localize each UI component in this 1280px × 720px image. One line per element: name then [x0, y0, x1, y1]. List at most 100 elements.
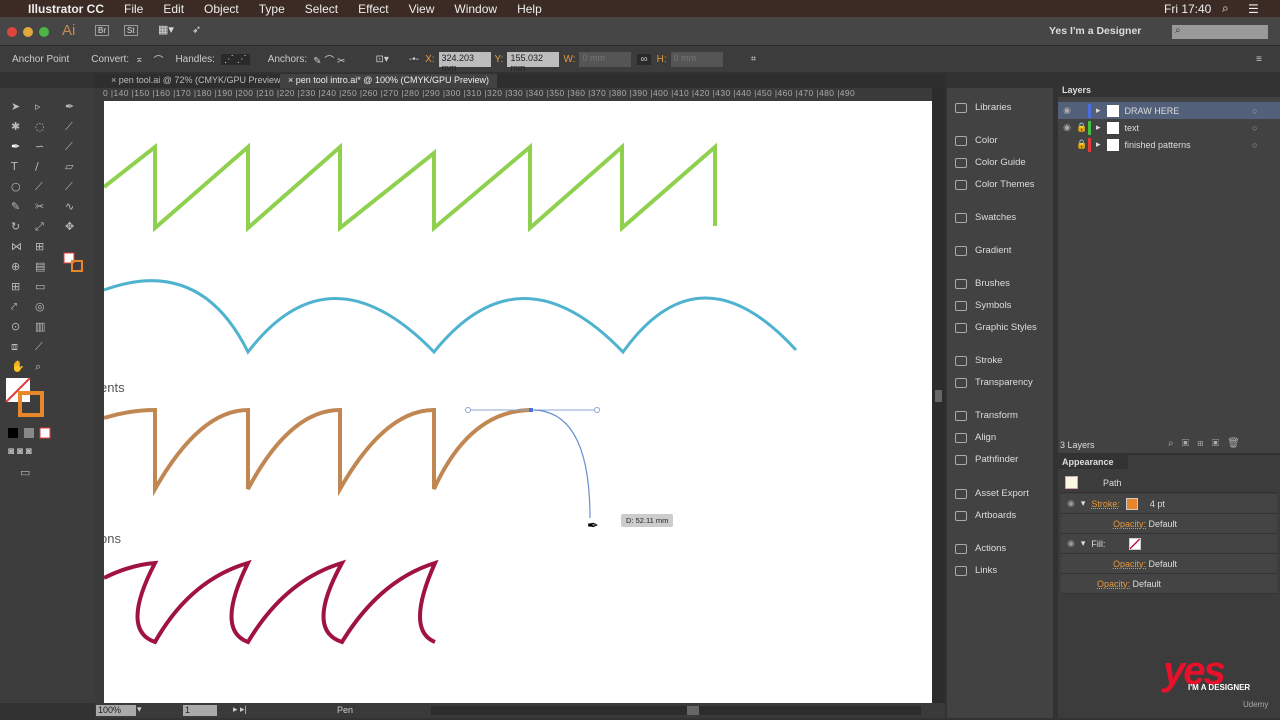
menu-file[interactable]: File: [124, 2, 143, 16]
stroke-weight[interactable]: 4 pt: [1150, 499, 1165, 509]
target-icon[interactable]: ○: [1252, 140, 1257, 150]
dock-stroke[interactable]: Stroke: [955, 355, 1002, 366]
menu-type[interactable]: Type: [259, 2, 285, 16]
artboard-field[interactable]: 1: [183, 705, 217, 716]
menu-select[interactable]: Select: [305, 2, 338, 16]
search-icon[interactable]: ⌕: [1222, 1, 1229, 16]
opacity-label[interactable]: Opacity:: [1097, 579, 1130, 589]
tab-pen-tool[interactable]: × pen tool.ai @ 72% (CMYK/GPU Preview): [103, 74, 291, 88]
stroke-color-swatch[interactable]: [1125, 497, 1138, 510]
stroke-opacity-row[interactable]: Opacity: Default: [1061, 514, 1277, 534]
appearance-fill-row[interactable]: ◉ ▾ Fill:: [1061, 534, 1277, 554]
constrain-link-icon[interactable]: ∞: [637, 53, 651, 65]
artboard-nav-icons[interactable]: ▸ ▸|: [233, 704, 247, 715]
menu-view[interactable]: View: [409, 2, 435, 16]
h-field[interactable]: 0 mm: [670, 51, 723, 67]
arrange-documents-icon[interactable]: ▦▾: [158, 23, 174, 36]
help-search-input[interactable]: ⌕: [1172, 25, 1268, 39]
stock-button[interactable]: St: [124, 25, 138, 36]
notification-list-icon[interactable]: ☰: [1248, 2, 1259, 16]
lock-icon[interactable]: 🔒: [1076, 122, 1088, 133]
gpu-performance-icon[interactable]: ➶: [192, 23, 201, 36]
app-name[interactable]: Illustrator CC: [28, 2, 104, 16]
layer-row[interactable]: 🔒 ▸ finished patterns ○: [1058, 136, 1280, 153]
fill-label[interactable]: Fill:: [1091, 539, 1105, 549]
zoom-field[interactable]: 100%: [96, 705, 136, 716]
close-button[interactable]: [7, 27, 17, 37]
dock-symbols[interactable]: Symbols: [955, 300, 1011, 311]
layer-name[interactable]: finished patterns: [1125, 140, 1191, 150]
artboard-canvas[interactable]: ✒ ents ons D: 52.11 mm: [104, 101, 932, 703]
zoom-dropdown-icon[interactable]: ▾: [137, 704, 142, 715]
lock-icon[interactable]: 🔒: [1076, 139, 1088, 150]
dock-links[interactable]: Links: [955, 565, 997, 576]
visibility-eye-icon[interactable]: ◉: [1058, 122, 1076, 133]
menu-edit[interactable]: Edit: [163, 2, 184, 16]
w-field[interactable]: 0 mm: [579, 51, 632, 67]
menu-effect[interactable]: Effect: [358, 2, 388, 16]
tool-icons[interactable]: ➤ ▹ ✱ ◌ ✒ ∽ T / ○ ⟋ ✎ ✂ ↻ ⤢ ⋈ ⊞ ⊕ ▤ ⊞ ▭ ⤤ ◎ ⊙ ▥ ⧈ ⟋ ✋…: [0, 88, 95, 488]
target-icon[interactable]: ○: [1252, 106, 1257, 116]
vertical-scrollbar[interactable]: [932, 88, 945, 703]
appearance-tab[interactable]: Appearance: [1058, 455, 1128, 469]
maximize-button[interactable]: [39, 27, 49, 37]
convert-corner-icon[interactable]: ⌅: [135, 54, 143, 65]
bridge-button[interactable]: Br: [95, 25, 109, 36]
path-label: Path: [1103, 477, 1122, 488]
x-field[interactable]: 324.203 mm: [438, 51, 491, 73]
dock-color-themes[interactable]: Color Themes: [955, 179, 1035, 190]
fill-opacity-row[interactable]: Opacity: Default: [1061, 554, 1277, 574]
pen-icon: ✒: [65, 100, 74, 113]
layer-name[interactable]: text: [1125, 123, 1140, 133]
fill-none-swatch[interactable]: [1129, 537, 1142, 550]
dock-actions[interactable]: Actions: [955, 543, 1006, 554]
dock-swatches[interactable]: Swatches: [955, 212, 1016, 223]
align-reference-icon[interactable]: ⊡▾: [376, 54, 389, 65]
layer-actions-icons[interactable]: ⌕▣⊞▣🗑: [1168, 438, 1248, 449]
isolate-icon[interactable]: ⌗: [751, 54, 757, 65]
panel-icon: [955, 135, 967, 146]
visibility-eye-icon[interactable]: ◉: [1058, 105, 1076, 116]
panel-icon: [955, 510, 967, 521]
dock-artboards[interactable]: Artboards: [955, 510, 1016, 521]
show-handles-icon[interactable]: ⋰ ⋰: [220, 53, 250, 65]
dock-brushes[interactable]: Brushes: [955, 278, 1010, 289]
menu-window[interactable]: Window: [454, 2, 497, 16]
layer-name[interactable]: DRAW HERE: [1125, 106, 1180, 116]
horizontal-ruler: 0 |140 |150 |160 |170 |180 |190 |200 |21…: [95, 88, 945, 101]
appearance-path-row[interactable]: Path: [1061, 473, 1277, 493]
current-tool-status[interactable]: Pen: [337, 705, 353, 715]
opacity-label[interactable]: Opacity:: [1113, 519, 1146, 529]
stroke-label[interactable]: Stroke:: [1091, 499, 1120, 509]
panel-menu-icon[interactable]: ≡: [1256, 54, 1262, 65]
visibility-eye-icon[interactable]: ◉: [1067, 538, 1075, 549]
target-icon[interactable]: ○: [1252, 123, 1257, 133]
artwork[interactable]: ✒: [104, 101, 932, 703]
dock-transparency[interactable]: Transparency: [955, 377, 1033, 388]
dock-transform[interactable]: Transform: [955, 410, 1018, 421]
dock-graphic-styles[interactable]: Graphic Styles: [955, 322, 1037, 333]
menu-object[interactable]: Object: [204, 2, 239, 16]
layer-row[interactable]: ◉ 🔒 ▸ text ○: [1058, 119, 1280, 136]
dock-color[interactable]: Color: [955, 135, 998, 146]
menu-help[interactable]: Help: [517, 2, 542, 16]
dock-align[interactable]: Align: [955, 432, 996, 443]
remove-anchor-icon[interactable]: ✎ ⌒ ✂: [313, 52, 345, 67]
workspace-switcher[interactable]: Yes I'm a Designer: [1049, 25, 1141, 37]
dock-libraries[interactable]: Libraries: [955, 102, 1011, 113]
horizontal-scrollbar[interactable]: [431, 706, 921, 715]
appearance-stroke-row[interactable]: ◉ ▾ Stroke: 4 pt: [1061, 494, 1277, 514]
dock-asset-export[interactable]: Asset Export: [955, 488, 1029, 499]
dock-pathfinder[interactable]: Pathfinder: [955, 454, 1018, 465]
layers-tab[interactable]: Layers: [1058, 83, 1280, 97]
minimize-button[interactable]: [23, 27, 33, 37]
object-opacity-row[interactable]: Opacity: Default: [1061, 574, 1277, 594]
y-field[interactable]: 155.032 mm: [507, 51, 560, 73]
dock-color-guide[interactable]: Color Guide: [955, 157, 1026, 168]
visibility-eye-icon[interactable]: ◉: [1067, 498, 1075, 509]
opacity-label[interactable]: Opacity:: [1113, 559, 1146, 569]
convert-smooth-icon[interactable]: ⌒: [153, 52, 163, 67]
dock-gradient[interactable]: Gradient: [955, 245, 1011, 256]
tab-pen-tool-intro[interactable]: × pen tool intro.ai* @ 100% (CMYK/GPU Pr…: [280, 74, 497, 88]
layer-row[interactable]: ◉ ▸ DRAW HERE ○: [1058, 102, 1280, 119]
